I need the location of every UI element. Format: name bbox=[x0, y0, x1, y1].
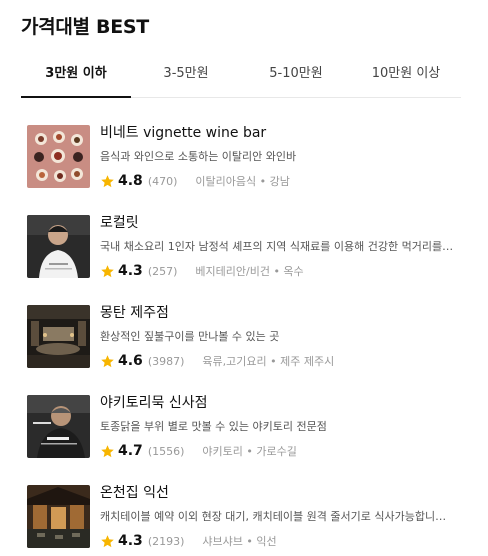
restaurant-description: 캐치테이블 예약 이외 현장 대기, 캐치테이블 원격 줄서기로 식사가능합니다… bbox=[100, 510, 455, 523]
restaurant-name[interactable]: 로컬릿 bbox=[100, 210, 455, 236]
review-count: (470) bbox=[147, 174, 178, 188]
rating-value: 4.8 bbox=[118, 173, 143, 189]
rating-value: 4.3 bbox=[118, 263, 143, 279]
restaurant-description: 토종닭을 부위 별로 맛볼 수 있는 야키토리 전문점 bbox=[100, 420, 327, 433]
review-count: (2193) bbox=[147, 534, 185, 548]
star-icon bbox=[101, 264, 114, 277]
tab-over-100k[interactable]: 10만원 이상 bbox=[351, 52, 461, 97]
courtyard-image bbox=[27, 485, 90, 548]
price-tabs: 3만원 이하 3-5만원 5-10만원 10만원 이상 bbox=[21, 52, 461, 98]
food-plates-image bbox=[27, 125, 90, 188]
rating-value: 4.6 bbox=[118, 353, 143, 369]
chef-portrait-image bbox=[27, 215, 90, 278]
restaurant-thumbnail[interactable] bbox=[27, 395, 90, 458]
restaurant-item[interactable]: 로컬릿 국내 채소요리 1인자 남정석 셰프의 지역 식재료를 이용해 건강한 … bbox=[27, 210, 467, 300]
tab-under-30k[interactable]: 3만원 이하 bbox=[21, 52, 131, 98]
restaurant-list: 비네트 vignette wine bar 음식과 와인으로 소통하는 이탈리안… bbox=[27, 120, 467, 556]
review-count: (257) bbox=[147, 264, 178, 278]
restaurant-name[interactable]: 몽탄 제주점 bbox=[100, 300, 455, 326]
restaurant-name[interactable]: 온천집 익선 bbox=[100, 480, 455, 506]
tab-50k-100k[interactable]: 5-10만원 bbox=[241, 52, 351, 97]
review-count: (3987) bbox=[147, 354, 185, 368]
restaurant-name[interactable]: 비네트 vignette wine bar bbox=[100, 120, 455, 146]
restaurant-thumbnail[interactable] bbox=[27, 125, 90, 188]
category-location: 야키토리 • 가로수길 bbox=[202, 445, 297, 458]
tab-30k-50k[interactable]: 3-5만원 bbox=[131, 52, 241, 97]
restaurant-item[interactable]: 비네트 vignette wine bar 음식과 와인으로 소통하는 이탈리안… bbox=[27, 120, 467, 210]
star-icon bbox=[101, 354, 114, 367]
rating-value: 4.7 bbox=[118, 443, 143, 459]
restaurant-interior-image bbox=[27, 305, 90, 368]
star-icon bbox=[101, 534, 114, 547]
category-location: 베지테리안/비건 • 옥수 bbox=[195, 265, 304, 278]
restaurant-name[interactable]: 야키토리묵 신사점 bbox=[100, 390, 455, 416]
restaurant-item[interactable]: 온천집 익선 캐치테이블 예약 이외 현장 대기, 캐치테이블 원격 줄서기로 … bbox=[27, 480, 467, 556]
review-count: (1556) bbox=[147, 444, 185, 458]
category-location: 샤브샤브 • 익선 bbox=[202, 535, 277, 548]
restaurant-item[interactable]: 몽탄 제주점 환상적인 짚불구이를 만나볼 수 있는 곳 4.6 (3987) … bbox=[27, 300, 467, 390]
category-location: 이탈리아음식 • 강남 bbox=[195, 175, 290, 188]
rating-value: 4.3 bbox=[118, 533, 143, 549]
restaurant-description: 국내 채소요리 1인자 남정석 셰프의 지역 식재료를 이용해 건강한 먹거리를… bbox=[100, 240, 455, 253]
star-icon bbox=[101, 444, 114, 457]
restaurant-description: 환상적인 짚불구이를 만나볼 수 있는 곳 bbox=[100, 330, 280, 343]
restaurant-thumbnail[interactable] bbox=[27, 305, 90, 368]
restaurant-thumbnail[interactable] bbox=[27, 485, 90, 548]
chef-portrait-image bbox=[27, 395, 90, 458]
restaurant-thumbnail[interactable] bbox=[27, 215, 90, 278]
restaurant-item[interactable]: 야키토리묵 신사점 토종닭을 부위 별로 맛볼 수 있는 야키토리 전문점 4.… bbox=[27, 390, 467, 480]
restaurant-description: 음식과 와인으로 소통하는 이탈리안 와인바 bbox=[100, 150, 297, 163]
category-location: 육류,고기요리 • 제주 제주시 bbox=[202, 355, 335, 368]
star-icon bbox=[101, 174, 114, 187]
section-title: 가격대별 BEST bbox=[21, 16, 149, 38]
